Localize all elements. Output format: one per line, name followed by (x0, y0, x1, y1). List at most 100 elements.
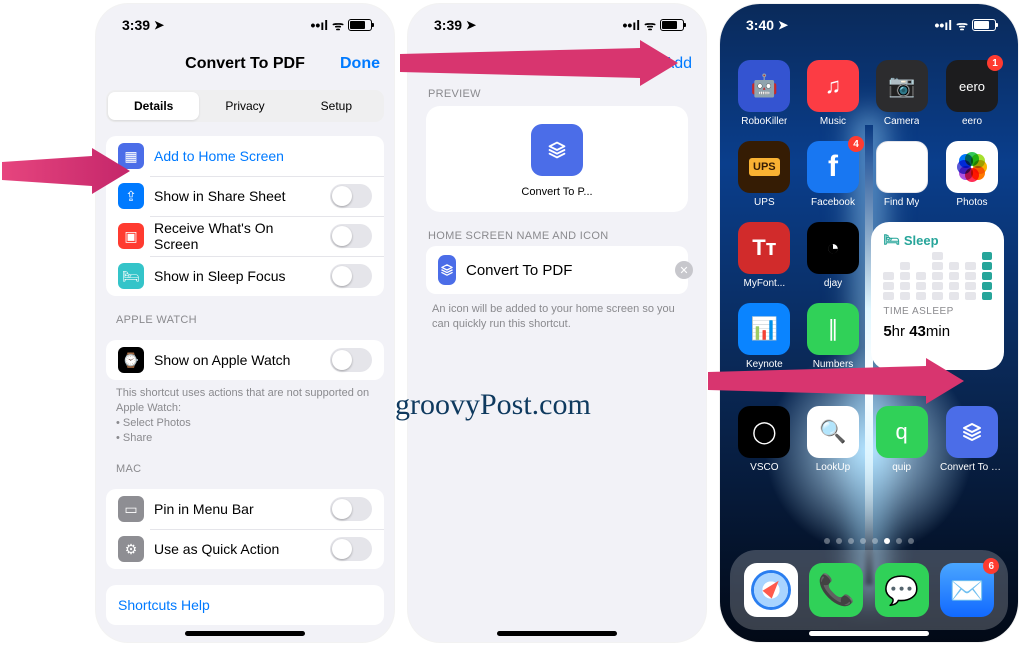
app-icon: 📷 (876, 60, 928, 112)
pin-menubar-toggle[interactable] (330, 497, 372, 521)
page-dots[interactable] (720, 538, 1018, 544)
app-numbers[interactable]: ∥ Numbers (803, 303, 864, 370)
home-indicator[interactable] (497, 631, 617, 636)
app-music[interactable]: ♫ Music (803, 60, 864, 127)
share-sheet-toggle[interactable] (330, 184, 372, 208)
app-convert to pdf[interactable]: Convert To PDF (940, 406, 1004, 473)
home-indicator[interactable] (809, 631, 929, 636)
app-icon: ◎ (876, 141, 928, 193)
show-on-watch-label: Show on Apple Watch (154, 352, 320, 368)
app-icon (946, 141, 998, 193)
menubar-icon: ▭ (118, 496, 144, 522)
home-indicator[interactable] (185, 631, 305, 636)
app-keynote[interactable]: 📊 Keynote (734, 303, 795, 370)
app-djay[interactable]: ◔ djay (803, 222, 864, 289)
bed-icon: 🛏 (883, 232, 900, 248)
widget-value: 5hr 43min (883, 323, 992, 340)
add-to-home-row[interactable]: ▦ Add to Home Screen (106, 136, 384, 176)
page-title: Convert To PDF (185, 55, 305, 73)
screenshot-1: 3:39 ➤ ••ıl ᯤ Convert To PDF Done Detail… (96, 4, 394, 642)
dock-app-safari[interactable] (744, 563, 798, 617)
app-icon: UPS (738, 141, 790, 193)
segment-privacy[interactable]: Privacy (199, 92, 290, 120)
badge: 6 (983, 558, 999, 574)
app-quip[interactable]: q quip (871, 406, 932, 473)
app-label: Photos (956, 197, 987, 208)
segment-control[interactable]: Details Privacy Setup (106, 90, 384, 122)
name-section: HOME SCREEN NAME AND ICON (428, 230, 686, 242)
app-myfont...[interactable]: Tᴛ MyFont... (734, 222, 795, 289)
dock-app-phone[interactable]: 📞 (809, 563, 863, 617)
app-vsco[interactable]: ◯ VSCO (734, 406, 795, 473)
show-on-watch-row[interactable]: ⌚ Show on Apple Watch (106, 340, 384, 380)
pin-menubar-label: Pin in Menu Bar (154, 501, 320, 517)
app-icon: ∥ (807, 303, 859, 355)
share-sheet-label: Show in Share Sheet (154, 188, 320, 204)
app-find my[interactable]: ◎ Find My (871, 141, 932, 208)
app-lookup[interactable]: 🔍 LookUp (803, 406, 864, 473)
home-screen-grid: 🤖 RoboKiller ♫ Music 📷 Camera eero1 eero… (720, 46, 1018, 473)
shortcuts-help-row[interactable]: Shortcuts Help (106, 585, 384, 625)
wifi-icon: ᯤ (332, 19, 344, 32)
app-label: UPS (754, 197, 775, 208)
nav-header: Add (408, 46, 706, 82)
help-group: Shortcuts Help (106, 585, 384, 625)
segment-details[interactable]: Details (108, 92, 199, 120)
app-robokiller[interactable]: 🤖 RoboKiller (734, 60, 795, 127)
dock-app-messages[interactable]: 💬 (875, 563, 929, 617)
pin-menubar-row[interactable]: ▭ Pin in Menu Bar (106, 489, 384, 529)
app-facebook[interactable]: f4 Facebook (803, 141, 864, 208)
app-camera[interactable]: 📷 Camera (871, 60, 932, 127)
receive-screen-toggle[interactable] (330, 224, 372, 248)
nav-header: Convert To PDF Done (96, 46, 394, 82)
app-icon: Tᴛ (738, 222, 790, 274)
preview-section: PREVIEW (428, 88, 686, 100)
app-photos[interactable]: Photos (940, 141, 1004, 208)
location-icon: ➤ (154, 19, 164, 31)
dock: 📞💬✉️6 (730, 550, 1008, 630)
app-eero[interactable]: eero1 eero (940, 60, 1004, 127)
app-icon: 🤖 (738, 60, 790, 112)
app-label: Find My (884, 197, 920, 208)
share-sheet-row[interactable]: ⇪ Show in Share Sheet (106, 176, 384, 216)
preview-box: Convert To P... (426, 106, 688, 212)
preview-app-icon (531, 124, 583, 176)
battery-icon (972, 19, 996, 31)
done-button[interactable]: Done (340, 55, 380, 73)
app-ups[interactable]: UPS UPS (734, 141, 795, 208)
widget-subtitle: TIME ASLEEP (883, 306, 992, 317)
sleep-focus-row[interactable]: 🛏 Show in Sleep Focus (106, 256, 384, 296)
shortcuts-help-label: Shortcuts Help (118, 597, 372, 613)
apple-watch-section: APPLE WATCH (116, 314, 374, 326)
quick-action-toggle[interactable] (330, 537, 372, 561)
app-icon: eero1 (946, 60, 998, 112)
status-bar: 3:39 ➤ ••ıl ᯤ (96, 4, 394, 46)
app-label: djay (824, 278, 842, 289)
app-icon: 🔍 (807, 406, 859, 458)
app-label: quip (892, 462, 911, 473)
widget-title: Sleep (904, 233, 939, 248)
name-input-row[interactable]: ✕ (426, 246, 688, 294)
app-icon: f4 (807, 141, 859, 193)
quick-action-row[interactable]: ⚙ Use as Quick Action (106, 529, 384, 569)
mac-section: MAC (116, 463, 374, 475)
actions-group: ▦ Add to Home Screen ⇪ Show in Share She… (106, 136, 384, 296)
show-on-watch-toggle[interactable] (330, 348, 372, 372)
dock-app-mail[interactable]: ✉️6 (940, 563, 994, 617)
add-button[interactable]: Add (664, 55, 692, 73)
sleep-focus-toggle[interactable] (330, 264, 372, 288)
receive-screen-label: Receive What's On Screen (154, 220, 320, 252)
location-icon: ➤ (778, 19, 788, 31)
screenshot-2: 3:39 ➤ ••ıl ᯤ Add PREVIEW Convert To P..… (408, 4, 706, 642)
app-label: Camera (884, 116, 920, 127)
widget-caption: Sleep (925, 379, 951, 390)
wifi-icon: ᯤ (644, 19, 656, 32)
sleep-widget[interactable]: 🛏 Sleep TIME ASLEEP 5hr 43min (871, 222, 1004, 370)
segment-setup[interactable]: Setup (291, 92, 382, 120)
apple-watch-group: ⌚ Show on Apple Watch (106, 340, 384, 380)
name-app-icon[interactable] (438, 255, 456, 285)
app-icon: ◔ (807, 222, 859, 274)
clear-icon[interactable]: ✕ (675, 261, 693, 279)
shortcut-name-input[interactable] (466, 262, 665, 279)
receive-screen-row[interactable]: ▣ Receive What's On Screen (106, 216, 384, 256)
